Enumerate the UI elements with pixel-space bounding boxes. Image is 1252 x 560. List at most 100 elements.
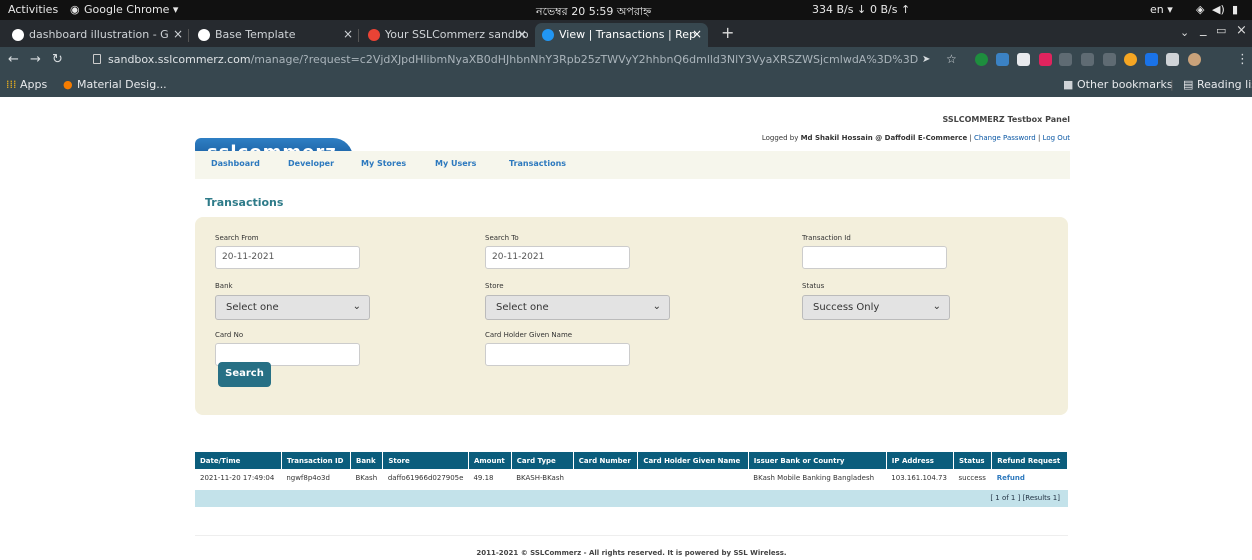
language-indicator[interactable]: en ▾ — [1150, 3, 1173, 16]
col-card-number[interactable]: Card Number — [573, 452, 639, 469]
card-holder-input[interactable] — [485, 343, 630, 366]
search-to-input[interactable]: 20-11-2021 — [485, 246, 630, 269]
cell-transaction-id: ngwf8p4o3d — [286, 473, 330, 482]
app-menu[interactable]: Google Chrome ▾ — [84, 3, 178, 16]
col-refund-request[interactable]: Refund Request — [991, 452, 1068, 469]
col-bank[interactable]: Bank — [350, 452, 384, 469]
extensions-puzzle-icon[interactable] — [1166, 53, 1179, 66]
search-button[interactable]: Search — [218, 362, 271, 387]
col-issuer[interactable]: Issuer Bank or Country — [748, 452, 887, 469]
close-tab-icon[interactable]: × — [173, 27, 183, 41]
close-tab-icon[interactable]: × — [343, 27, 353, 41]
col-card-holder[interactable]: Card Holder Given Name — [637, 452, 749, 469]
extension-badge-icon[interactable] — [996, 53, 1009, 66]
close-window-icon[interactable]: × — [1236, 23, 1247, 38]
minimize-icon[interactable]: _ — [1200, 22, 1207, 37]
activities-button[interactable]: Activities — [8, 3, 58, 16]
url-bar[interactable]: sandbox.sslcommerz.com/manage/?request=c… — [86, 50, 946, 70]
new-tab-icon[interactable]: + — [721, 23, 734, 42]
restore-icon[interactable]: ▭ — [1216, 24, 1226, 37]
col-date-time[interactable]: Date/Time — [195, 452, 282, 469]
battery-icon[interactable]: ▮ — [1232, 3, 1238, 16]
wifi-icon[interactable]: ◈ — [1196, 3, 1204, 16]
cell-status: success — [958, 473, 986, 482]
bank-select[interactable]: Select one ⌄ — [215, 295, 370, 320]
bookmark-other[interactable]: Other bookmarks — [1077, 78, 1173, 91]
tab-base-template[interactable]: Base Template × — [191, 23, 359, 47]
search-from-label: Search From — [215, 234, 259, 242]
apps-grid-icon: ⁞⁞⁞ — [6, 78, 17, 91]
footer-divider — [195, 535, 1068, 536]
cell-amount: 49.18 — [473, 473, 494, 482]
tab-search-chevron-icon[interactable]: ⌄ — [1180, 26, 1189, 39]
bank-label: Bank — [215, 282, 233, 290]
back-icon[interactable]: ← — [8, 52, 19, 67]
address-toolbar: ← → ↻ sandbox.sslcommerz.com/manage/?req… — [0, 47, 1252, 73]
reading-list-icon[interactable]: ▤ — [1183, 78, 1193, 91]
close-tab-icon[interactable]: × — [517, 27, 527, 41]
chrome-menu-icon[interactable]: ⋮ — [1236, 52, 1249, 67]
url-host: sandbox.sslcommerz.com — [108, 53, 251, 66]
col-card-type[interactable]: Card Type — [511, 452, 574, 469]
send-icon[interactable]: ➤ — [922, 54, 930, 65]
os-top-bar: Activities ◉ Google Chrome ▾ নভেম্বর 20 … — [0, 0, 1252, 20]
extension-gear-icon[interactable] — [1059, 53, 1072, 66]
volume-icon[interactable]: ◀) — [1212, 3, 1225, 16]
profile-avatar-icon[interactable] — [1188, 53, 1201, 66]
card-holder-label: Card Holder Given Name — [485, 331, 573, 339]
tab-view-transactions[interactable]: View | Transactions | Rep × — [535, 23, 708, 47]
url-path: /manage/?request=c2VjdXJpdHlibmNyaXB0dHJ… — [250, 53, 919, 66]
col-transaction-id[interactable]: Transaction ID — [281, 452, 351, 469]
extension-circle-icon[interactable] — [1081, 53, 1094, 66]
cell-bank: BKash — [355, 473, 378, 482]
search-from-input[interactable]: 20-11-2021 — [215, 246, 360, 269]
logged-prefix: Logged by — [761, 134, 801, 142]
chevron-down-icon: ⌄ — [652, 301, 661, 312]
change-password-link[interactable]: Change Password — [974, 134, 1036, 142]
extension-blue-icon[interactable] — [1145, 53, 1158, 66]
bookmark-divider: | — [1170, 78, 1174, 91]
panel-title: SSLCOMMERZ Testbox Panel — [942, 115, 1070, 124]
refund-link[interactable]: Refund — [992, 469, 1068, 486]
col-amount[interactable]: Amount — [468, 452, 512, 469]
extension-green-icon[interactable] — [975, 53, 988, 66]
chevron-down-icon: ⌄ — [352, 301, 361, 312]
status-select[interactable]: Success Only ⌄ — [802, 295, 950, 320]
col-ip-address[interactable]: IP Address — [886, 452, 954, 469]
bookmark-star-icon[interactable]: ☆ — [946, 52, 957, 66]
nav-my-users[interactable]: My Users — [435, 159, 476, 168]
forward-icon[interactable]: → — [30, 52, 41, 67]
reload-icon[interactable]: ↻ — [52, 52, 63, 67]
store-select[interactable]: Select one ⌄ — [485, 295, 670, 320]
tab-dashboard-illustration[interactable]: dashboard illustration - G × — [5, 23, 189, 47]
extension-box-icon[interactable] — [1103, 53, 1116, 66]
nav-dashboard[interactable]: Dashboard — [211, 159, 260, 168]
tab-strip: dashboard illustration - G × Base Templa… — [0, 20, 1252, 47]
net-up-indicator: 0 B/s ↑ — [870, 3, 911, 16]
chrome-icon: ◉ — [70, 3, 80, 16]
gmail-favicon-icon — [368, 29, 380, 41]
sslcommerz-favicon-icon — [542, 29, 554, 41]
logout-link[interactable]: Log Out — [1043, 134, 1070, 142]
folder-icon: ■ — [1063, 78, 1074, 91]
cell-card-holder — [638, 469, 748, 486]
google-favicon-icon — [12, 29, 24, 41]
store-label: Store — [485, 282, 504, 290]
adblock-icon[interactable] — [1039, 53, 1052, 66]
lock-icon[interactable] — [93, 54, 101, 64]
tab-title: Your SSLCommerz sandbo — [385, 28, 529, 41]
close-tab-icon[interactable]: × — [692, 27, 702, 41]
extension-hat-icon[interactable] — [1017, 53, 1030, 66]
nav-transactions[interactable]: Transactions — [509, 159, 566, 168]
nav-my-stores[interactable]: My Stores — [361, 159, 406, 168]
col-store[interactable]: Store — [382, 452, 469, 469]
extension-orange-icon[interactable] — [1124, 53, 1137, 66]
transaction-id-input[interactable] — [802, 246, 947, 269]
bookmark-material-design[interactable]: Material Desig... — [77, 78, 167, 91]
reading-list[interactable]: Reading list — [1197, 78, 1252, 91]
nav-developer[interactable]: Developer — [288, 159, 334, 168]
col-status[interactable]: Status — [953, 452, 993, 469]
bookmark-apps[interactable]: Apps — [20, 78, 47, 91]
bookmarks-bar: ⁞⁞⁞ Apps ● Material Desig... ■ Other boo… — [0, 73, 1252, 97]
tab-sslcommerz-gmail[interactable]: Your SSLCommerz sandbo × — [361, 23, 533, 47]
